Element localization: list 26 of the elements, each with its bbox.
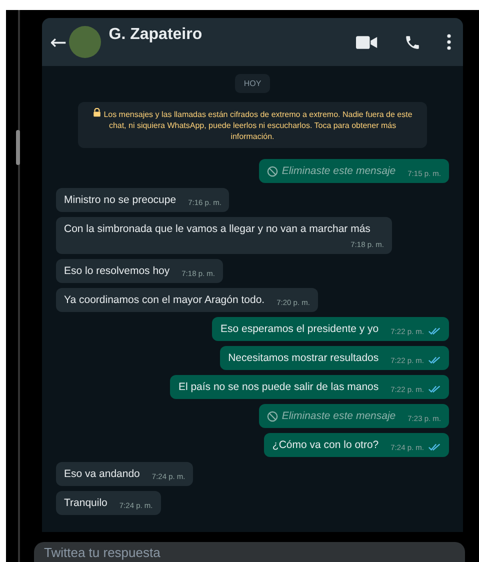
more-menu-icon[interactable] [447, 34, 451, 50]
avatar-photo-placeholder [68, 26, 101, 58]
contact-name: G. Zapateiro [108, 26, 202, 44]
message-text: Ministro no se preocupe [64, 193, 176, 207]
message-text: ¿Cómo va con lo otro? [272, 438, 379, 452]
deleted-message-text: Eliminaste este mensaje [282, 164, 396, 178]
lock-icon [92, 108, 101, 117]
message-text: Ya coordinamos con el mayor Aragón todo. [64, 293, 265, 307]
message-text: Eso va andando [64, 467, 140, 481]
phone-icon[interactable] [404, 34, 421, 50]
encryption-notice-text: Los mensajes y las llamadas están cifrados de extremo a extremo. Nadie fuera de este chat, ni siquiera WhatsApp, puede leerlos ni escucharlos. Toca para obtener más información. [104, 110, 412, 141]
blocked-icon [266, 166, 278, 176]
scrollbar-thumb [16, 130, 20, 165]
blocked-icon [266, 410, 278, 422]
reply-field[interactable]: Twittea tu respuesta [34, 542, 465, 562]
message-text: Eso lo resolvemos hoy [64, 264, 170, 278]
video-camera-icon[interactable] [356, 34, 378, 50]
message-text: Eso esperamos el presidente y yo [220, 322, 379, 336]
message-text: Necesitamos mostrar resultados [228, 351, 379, 365]
message-text: Con la simbronada que le vamos a llegar y no van a marchar más [64, 222, 370, 236]
message-text: Tranquilo [64, 496, 108, 510]
encryption-notice[interactable]: Los mensajes y las llamadas están cifrados de extremo a extremo. Nadie fuera de este chat, ni siquiera WhatsApp, puede leerlos ni escucharlos. Toca para obtener más información. [78, 102, 427, 148]
date-chip: HOY [234, 74, 270, 93]
deleted-message-text: Eliminaste este mensaje [282, 409, 396, 423]
back-button[interactable]: ← [48, 30, 69, 54]
message-text: El país no se nos puede salir de las manos [178, 380, 379, 394]
